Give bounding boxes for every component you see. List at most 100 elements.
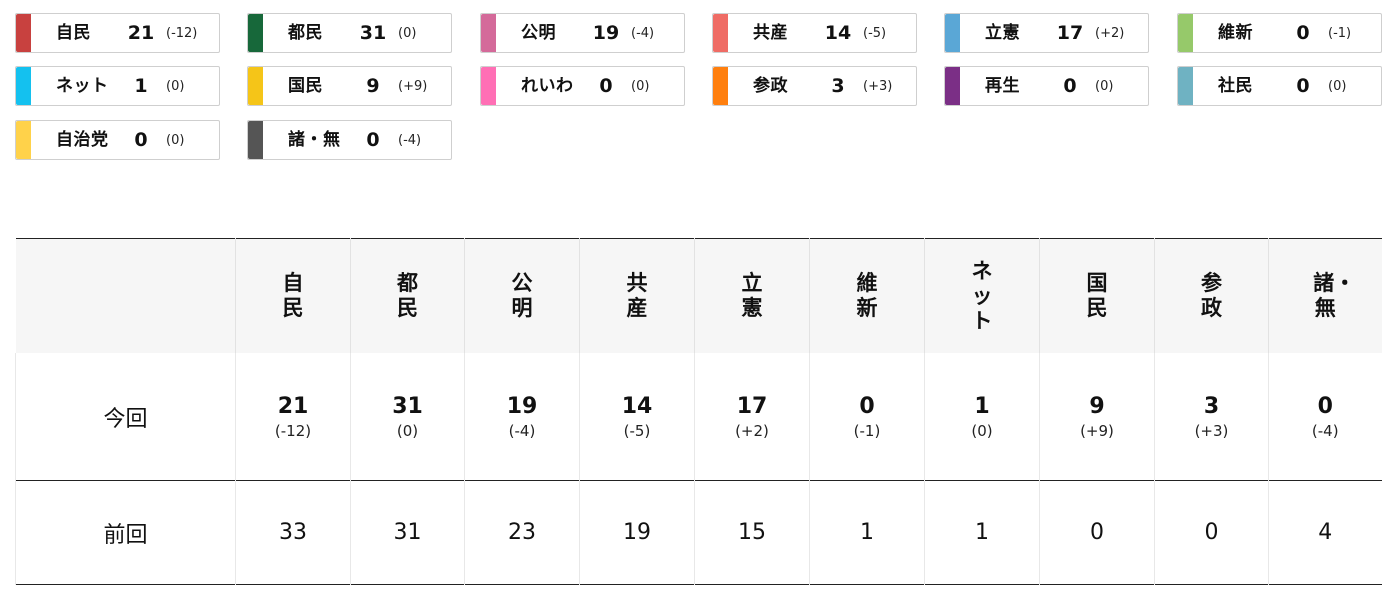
previous-seats: 23 [464, 480, 580, 585]
party-color-bar [481, 67, 496, 105]
party-chip: 再生 0 (0) [944, 66, 1149, 106]
corner-cell [16, 239, 236, 354]
party-summary-chips: 自民 21 (-12) 都民 31 (0) 公明 19 (-4) 共産 14 (-5) 立憲 17 (+2)… [0, 0, 1395, 180]
party-chip: 都民 31 (0) [247, 13, 452, 53]
current-result-cell: 0 (-4) [1268, 353, 1382, 481]
party-seat-change: (-4) [398, 133, 422, 148]
party-seats: 21 [127, 22, 155, 44]
party-color-bar [713, 14, 728, 52]
party-header-label: 自民 [282, 271, 304, 320]
party-name: 自治党 [56, 130, 109, 150]
party-seats: 14 [824, 22, 852, 44]
party-seats: 9 [366, 75, 380, 97]
current-seat-change: (-4) [1311, 421, 1339, 440]
current-seat-change: (-12) [274, 421, 312, 440]
party-column-header: 維新 [809, 238, 925, 353]
party-header-label: 参政 [1201, 271, 1222, 320]
party-seat-change: (0) [1328, 79, 1347, 94]
party-seats: 0 [1296, 22, 1310, 44]
party-name: 自民 [56, 23, 91, 43]
party-name: れいわ [521, 76, 574, 96]
party-seat-change: (+9) [398, 79, 428, 94]
party-chip: 立憲 17 (+2) [944, 13, 1149, 53]
party-column-header: 公明 [464, 238, 580, 353]
results-table: 自民 都民 公明 共産 立憲 維新 ネット 国民 参政 諸・無 今回 21 (-12) 31 (0) 19… [15, 238, 1382, 585]
previous-seats: 4 [1268, 480, 1382, 585]
current-seat-change: (0) [971, 421, 993, 440]
party-seat-change: (0) [398, 26, 417, 41]
current-seat-change: (-1) [853, 421, 881, 440]
party-column-header: 諸・無 [1268, 238, 1382, 353]
party-name: 社民 [1218, 76, 1253, 96]
party-chip: 諸・無 0 (-4) [247, 120, 452, 160]
party-chip: 自民 21 (-12) [15, 13, 220, 53]
party-color-bar [713, 67, 728, 105]
party-header-label: 共産 [626, 271, 648, 320]
current-seats: 31 [392, 393, 423, 419]
party-seat-change: (0) [631, 79, 650, 94]
current-result-cell: 31 (0) [350, 353, 465, 481]
previous-seats: 1 [809, 480, 925, 585]
party-chip: 参政 3 (+3) [712, 66, 917, 106]
party-name: 諸・無 [288, 130, 341, 150]
party-seats: 0 [134, 129, 148, 151]
previous-seats: 15 [694, 480, 810, 585]
party-header-label: ネット [971, 258, 993, 333]
current-result-cell: 21 (-12) [235, 353, 351, 481]
party-color-bar [248, 121, 263, 159]
current-seats: 19 [506, 393, 538, 419]
current-seat-change: (+3) [1194, 421, 1229, 440]
current-seat-change: (0) [396, 421, 419, 440]
party-name: 都民 [288, 23, 323, 43]
current-result-cell: 0 (-1) [809, 353, 925, 481]
party-color-bar [16, 67, 31, 105]
previous-row-label: 前回 [15, 480, 236, 585]
current-row-label: 今回 [15, 353, 236, 481]
party-seats: 31 [359, 22, 387, 44]
party-column-header: 国民 [1039, 238, 1155, 353]
current-seats: 0 [1317, 393, 1333, 419]
party-color-bar [248, 14, 263, 52]
party-chip: れいわ 0 (0) [480, 66, 685, 106]
party-color-bar [16, 14, 31, 52]
party-seat-change: (0) [166, 133, 185, 148]
party-name: 維新 [1218, 23, 1253, 43]
party-seats: 1 [134, 75, 148, 97]
current-seats: 21 [277, 393, 309, 419]
party-color-bar [1178, 14, 1193, 52]
party-seat-change: (-1) [1328, 26, 1352, 41]
party-chip: 維新 0 (-1) [1177, 13, 1382, 53]
party-chip: 国民 9 (+9) [247, 66, 452, 106]
party-header-label: 公明 [511, 271, 533, 320]
party-name: ネット [56, 76, 109, 96]
current-results-row: 今回 21 (-12) 31 (0) 19 (-4) 14 (-5) 17 (+2) 0 (-1) 1(… [15, 353, 1382, 481]
party-seats: 0 [1063, 75, 1077, 97]
current-seat-change: (+9) [1080, 421, 1114, 440]
previous-results-row: 前回 33 31 23 19 15 1 1 0 0 4 [15, 480, 1382, 585]
current-result-cell: 17 (+2) [694, 353, 810, 481]
party-column-header: ネット [924, 238, 1040, 353]
party-color-bar [1178, 67, 1193, 105]
party-column-header: 参政 [1154, 238, 1269, 353]
current-result-cell: 14 (-5) [579, 353, 695, 481]
previous-seats: 0 [1154, 480, 1269, 585]
party-header-label: 国民 [1086, 271, 1108, 320]
party-seats: 3 [831, 75, 845, 97]
party-chip: 共産 14 (-5) [712, 13, 917, 53]
party-header-label: 立憲 [741, 271, 763, 320]
party-seat-change: (0) [166, 79, 185, 94]
previous-seats: 31 [350, 480, 465, 585]
party-color-bar [16, 121, 31, 159]
party-color-bar [945, 67, 960, 105]
current-seats: 0 [859, 393, 875, 419]
party-seat-change: (-5) [863, 26, 887, 41]
previous-seats: 0 [1039, 480, 1155, 585]
party-name: 再生 [985, 76, 1020, 96]
party-seat-change: (-12) [166, 26, 198, 41]
party-seats: 0 [599, 75, 613, 97]
previous-seats: 33 [235, 480, 351, 585]
party-chip: 社民 0 (0) [1177, 66, 1382, 106]
party-seats: 19 [592, 22, 620, 44]
current-result-cell: 3 (+3) [1154, 353, 1269, 481]
party-seats: 0 [1296, 75, 1310, 97]
